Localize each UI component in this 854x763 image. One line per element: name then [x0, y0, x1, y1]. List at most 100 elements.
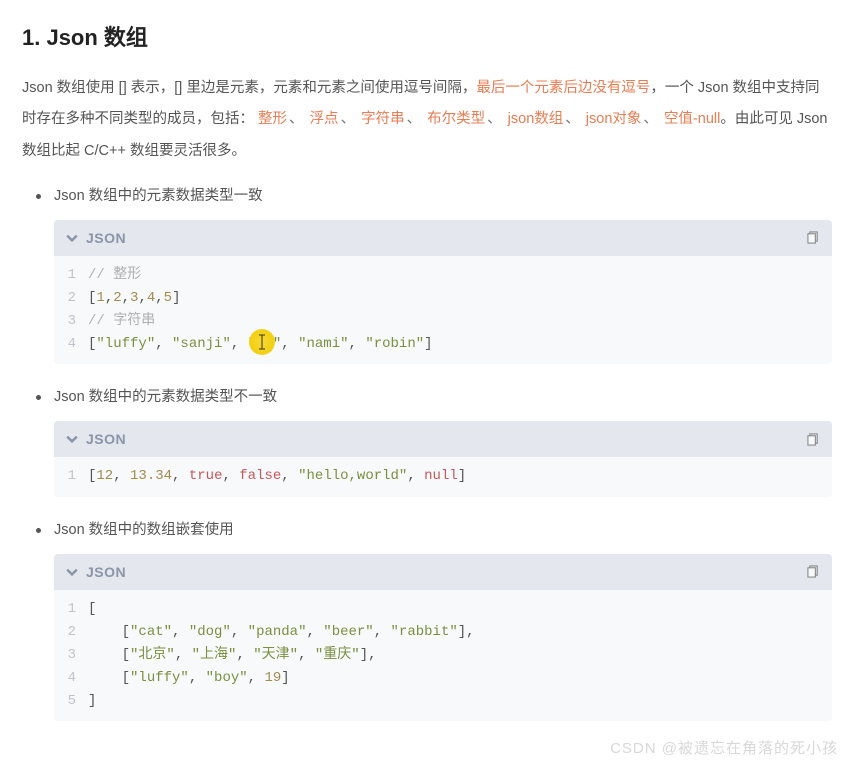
chevron-down-icon: [66, 433, 78, 445]
code-punct: ]: [172, 290, 180, 306]
code-punct: ,: [172, 468, 189, 484]
copy-icon[interactable]: [807, 433, 820, 446]
code-string: "luffy": [130, 670, 189, 686]
chevron-down-icon: [66, 566, 78, 578]
code-string: "z: [248, 336, 265, 352]
type-bool: 布尔类型: [427, 111, 485, 127]
code-punct: ,: [281, 336, 298, 352]
code-comment: // 字符串: [88, 313, 155, 329]
code-punct: ,: [236, 647, 253, 663]
code-punct: ],: [458, 624, 475, 640]
page-heading: 1. Json 数组: [22, 20, 832, 55]
code-body: 1[ 2 ["cat", "dog", "panda", "beer", "ra…: [54, 590, 832, 721]
code-string: "panda": [248, 624, 307, 640]
line-number: 3: [54, 644, 88, 667]
code-string: "rabbit": [391, 624, 458, 640]
code-number: 4: [147, 290, 155, 306]
code-punct: ,: [138, 290, 146, 306]
code-punct: ,: [172, 624, 189, 640]
code-body: 1[12, 13.34, true, false, "hello,world",…: [54, 457, 832, 496]
type-int: 整形: [258, 111, 287, 127]
intro-paragraph: Json 数组使用 [] 表示，[] 里边是元素，元素和元素之间使用逗号间隔，最…: [22, 73, 832, 167]
type-string: 字符串: [361, 111, 405, 127]
copy-icon[interactable]: [807, 565, 820, 578]
type-float: 浮点: [310, 111, 339, 127]
code-punct: ,: [189, 670, 206, 686]
code-string: "sanji": [172, 336, 231, 352]
type-null: 空值-null: [664, 111, 720, 127]
code-language-label: JSON: [86, 227, 126, 249]
code-punct: ,: [374, 624, 391, 640]
copy-icon[interactable]: [807, 231, 820, 244]
code-punct: ,: [222, 468, 239, 484]
code-string: "robin": [365, 336, 424, 352]
line-number: 1: [54, 465, 88, 488]
separator: 、: [341, 111, 356, 127]
type-json-array: json数组: [508, 111, 564, 127]
code-language-label: JSON: [86, 561, 126, 583]
code-string: "beer": [323, 624, 373, 640]
line-number: 1: [54, 598, 88, 621]
type-json-object: json对象: [586, 111, 642, 127]
code-punct: ,: [105, 290, 113, 306]
line-number: 2: [54, 621, 88, 644]
code-comment: // 整形: [88, 267, 141, 283]
code-string: "nami": [298, 336, 348, 352]
line-number: 3: [54, 310, 88, 333]
code-punct: ,: [122, 290, 130, 306]
code-number: 1: [96, 290, 104, 306]
code-punct: ,: [231, 336, 248, 352]
code-punct: ,: [349, 336, 366, 352]
code-block-2: JSON 1[12, 13.34, true, false, "hello,wo…: [54, 421, 832, 496]
code-punct: ,: [306, 624, 323, 640]
code-string: "上海": [192, 647, 237, 663]
code-punct: ,: [231, 624, 248, 640]
code-punct: ]: [424, 336, 432, 352]
code-punct: [: [88, 624, 130, 640]
code-number: 12: [96, 468, 113, 484]
code-number: 19: [264, 670, 281, 686]
code-punct: ]: [281, 670, 289, 686]
code-punct: ,: [281, 468, 298, 484]
code-header[interactable]: JSON: [54, 220, 832, 256]
code-number: 2: [113, 290, 121, 306]
line-number: 1: [54, 264, 88, 287]
chevron-down-icon: [66, 232, 78, 244]
code-language-label: JSON: [86, 428, 126, 450]
code-string: "dog": [189, 624, 231, 640]
code-string: o": [264, 336, 281, 352]
code-punct: ,: [175, 647, 192, 663]
code-header[interactable]: JSON: [54, 421, 832, 457]
code-punct: ,: [298, 647, 315, 663]
separator: 、: [565, 111, 580, 127]
code-punct: ,: [155, 336, 172, 352]
code-block-1: JSON 1// 整形 2[1,2,3,4,5] 3// 字符串 4["luff…: [54, 220, 832, 364]
para-text: Json 数组使用 [] 表示，[] 里边是元素，元素和元素之间使用逗号间隔，: [22, 80, 476, 96]
code-header[interactable]: JSON: [54, 554, 832, 590]
line-number: 4: [54, 667, 88, 690]
bullet-nested: Json 数组中的数组嵌套使用: [54, 519, 832, 542]
separator: 、: [407, 111, 422, 127]
code-keyword: false: [239, 468, 281, 484]
code-block-3: JSON 1[ 2 ["cat", "dog", "panda", "beer"…: [54, 554, 832, 721]
code-punct: ,: [113, 468, 130, 484]
code-string: "hello,world": [298, 468, 407, 484]
code-string: "cat": [130, 624, 172, 640]
code-number: 5: [164, 290, 172, 306]
code-punct: ,: [407, 468, 424, 484]
code-string: "北京": [130, 647, 175, 663]
line-number: 4: [54, 333, 88, 356]
code-keyword: null: [424, 468, 458, 484]
code-keyword: true: [189, 468, 223, 484]
separator: 、: [643, 111, 658, 127]
code-string: "重庆": [315, 647, 360, 663]
code-punct: ],: [360, 647, 377, 663]
bullet-diff-type: Json 数组中的元素数据类型不一致: [54, 386, 832, 409]
code-punct: [: [88, 598, 96, 621]
code-punct: [: [88, 647, 130, 663]
line-number: 5: [54, 690, 88, 713]
watermark: CSDN @被遗忘在角落的死小孩: [610, 737, 838, 761]
separator: 、: [289, 111, 304, 127]
code-string: "luffy": [96, 336, 155, 352]
separator: 、: [487, 111, 502, 127]
